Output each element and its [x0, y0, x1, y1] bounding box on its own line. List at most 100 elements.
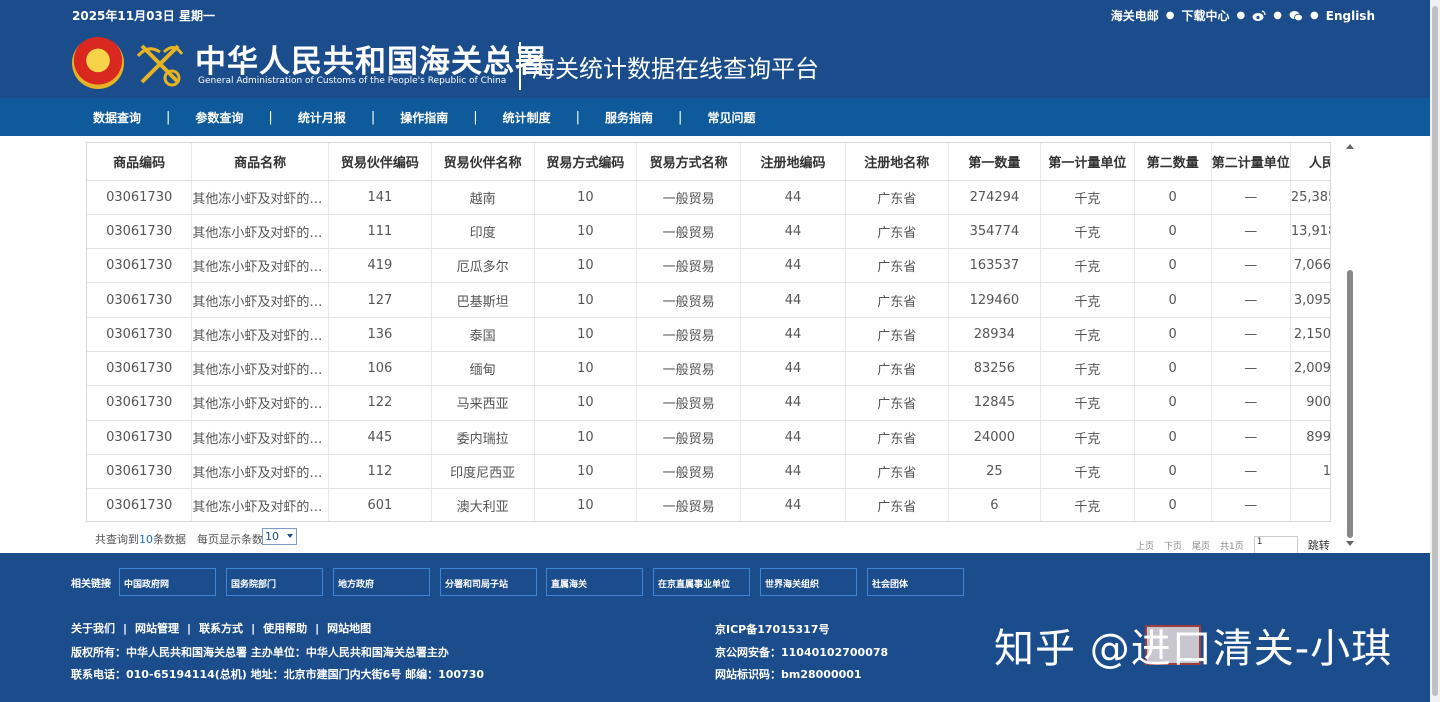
table-cell: 354774: [948, 214, 1042, 250]
table-cell: 其他冻小虾及对虾的虾仁: [191, 351, 329, 387]
table-cell: 广东省: [845, 351, 949, 387]
table-row[interactable]: 03061730 其他冻小虾及对虾的虾仁 112 印度尼西亚 10 一般贸易 44 广东省 25…: [87, 454, 1330, 490]
table-cell: —: [1211, 248, 1291, 284]
table-row[interactable]: 03061730 其他冻小虾及对虾的虾仁 106 缅甸 10 一般贸易 44 广东省 83256…: [87, 351, 1330, 387]
separator-dot: ●: [1236, 10, 1246, 21]
page-number-input[interactable]: 1: [1253, 536, 1298, 554]
page-size-select[interactable]: 10: [262, 528, 297, 545]
table-cell: 印度尼西亚: [431, 454, 535, 490]
icp-text[interactable]: 京ICP备17015317号: [715, 621, 829, 637]
table-cell: 10: [534, 351, 638, 387]
related-link-state-council[interactable]: 国务院部门: [226, 568, 323, 596]
nav-data-query[interactable]: 数据查询: [93, 109, 141, 126]
related-link-local-gov[interactable]: 地方政府: [333, 568, 430, 596]
table-cell: 广东省: [845, 385, 949, 421]
prev-page-link[interactable]: 上页: [1136, 539, 1154, 552]
related-link-gov[interactable]: 中国政府网: [119, 568, 216, 596]
footer-link-about[interactable]: 关于我们: [71, 620, 115, 636]
table-cell: 03061730: [87, 248, 193, 284]
site-id-text: 网站标识码：bm28000001: [715, 668, 862, 681]
table-cell: —: [1211, 180, 1291, 215]
table-cell: 0: [1134, 351, 1212, 387]
table-cell: 一般贸易: [636, 488, 742, 521]
footer-link-admin[interactable]: 网站管理: [135, 620, 179, 636]
table-row[interactable]: 03061730 其他冻小虾及对虾的虾仁 419 厄瓜多尔 10 一般贸易 44 广东省 163…: [87, 248, 1330, 284]
footer-separator: |: [187, 621, 192, 635]
nav-param-query[interactable]: 参数查询: [195, 109, 243, 126]
related-link-social-groups[interactable]: 社会团体: [867, 568, 964, 596]
scroll-down-arrow-icon[interactable]: [1346, 541, 1354, 546]
page-scroll-thumb[interactable]: [1432, 6, 1438, 696]
results-table-container[interactable]: 商品编码 商品名称 贸易伙伴编码 贸易伙伴名称 贸易方式编码 贸易方式名称 注册地编码 注册地…: [86, 142, 1331, 522]
table-cell: 83256: [948, 351, 1042, 387]
next-page-link[interactable]: 下页: [1164, 539, 1182, 552]
nav-separator: |: [473, 109, 478, 125]
table-cell: —: [1211, 351, 1291, 387]
related-link-institutions[interactable]: 在京直属事业单位: [653, 568, 750, 596]
column-header: 第一计量单位: [1040, 143, 1135, 181]
scroll-thumb[interactable]: [1347, 270, 1353, 538]
customs-email-link[interactable]: 海关电邮: [1111, 7, 1159, 24]
nav-guide[interactable]: 操作指南: [400, 109, 448, 126]
table-cell: 10: [534, 282, 638, 318]
customs-emblem-logo: [134, 38, 186, 90]
last-page-link[interactable]: 尾页: [1192, 539, 1210, 552]
table-cell: 7,066,745: [1290, 248, 1330, 284]
table-cell: 1,299: [1290, 454, 1330, 490]
table-row[interactable]: 03061730 其他冻小虾及对虾的虾仁 136 泰国 10 一般贸易 44 广东省 28934…: [87, 317, 1330, 352]
org-name-en: General Administration of Customs of the…: [198, 76, 507, 86]
scroll-up-arrow-icon[interactable]: [1346, 144, 1354, 149]
table-cell: 10: [534, 317, 638, 352]
nav-service[interactable]: 服务指南: [605, 109, 653, 126]
result-count-prefix: 共查询到: [95, 533, 139, 546]
pagination: 上页 下页 尾页 共1页 1 跳转: [1136, 536, 1330, 554]
table-row[interactable]: 03061730 其他冻小虾及对虾的虾仁 445 委内瑞拉 10 一般贸易 44 广东省 240…: [87, 420, 1330, 455]
nav-system[interactable]: 统计制度: [503, 109, 551, 126]
related-links-label: 相关链接: [71, 579, 111, 590]
footer-link-sitemap[interactable]: 网站地图: [327, 620, 371, 636]
table-cell: 03061730: [87, 488, 193, 521]
related-link-branches[interactable]: 分署和司局子站: [440, 568, 537, 596]
weibo-icon[interactable]: [1252, 9, 1266, 22]
footer-link-help[interactable]: 使用帮助: [263, 620, 307, 636]
column-header: 贸易方式名称: [636, 143, 742, 181]
table-cell: 广东省: [845, 317, 949, 352]
table-cell: 298: [1290, 488, 1330, 521]
nav-monthly-report[interactable]: 统计月报: [298, 109, 346, 126]
footer-link-contact[interactable]: 联系方式: [199, 620, 243, 636]
page-scrollbar[interactable]: [1430, 0, 1440, 702]
table-row[interactable]: 03061730 其他冻小虾及对虾的虾仁 141 越南 10 一般贸易 44 广东省 27429…: [87, 180, 1330, 215]
table-cell: —: [1211, 385, 1291, 421]
table-row[interactable]: 03061730 其他冻小虾及对虾的虾仁 127 巴基斯坦 10 一般贸易 44 广东省 129…: [87, 282, 1330, 318]
english-link[interactable]: English: [1326, 9, 1375, 23]
page-size-label: 每页显示条数: [197, 533, 263, 546]
table-row[interactable]: 03061730 其他冻小虾及对虾的虾仁 111 印度 10 一般贸易 44 广东省 35477…: [87, 214, 1330, 250]
table-cell: 0: [1134, 180, 1212, 215]
table-cell: 12845: [948, 385, 1042, 421]
column-header: 贸易伙伴名称: [431, 143, 535, 181]
main-nav: 数据查询 | 参数查询 | 统计月报 | 操作指南 | 统计制度 | 服务指南 …: [0, 98, 1430, 136]
nav-faq[interactable]: 常见问题: [707, 109, 755, 126]
top-links: 海关电邮 ● 下载中心 ● ● ● English: [1111, 7, 1375, 24]
wechat-icon[interactable]: [1289, 10, 1303, 22]
table-row[interactable]: 03061730 其他冻小虾及对虾的虾仁 122 马来西亚 10 一般贸易 44 广东省 128…: [87, 385, 1330, 421]
column-header: 注册地编码: [740, 143, 846, 181]
table-cell: 25: [948, 454, 1042, 490]
table-cell: 03061730: [87, 180, 193, 215]
table-cell: 一般贸易: [636, 180, 742, 215]
table-cell: 2,150,019: [1290, 317, 1330, 352]
result-count-text: 共查询到10条数据: [95, 531, 186, 547]
related-link-wco[interactable]: 世界海关组织: [760, 568, 857, 596]
police-record-text[interactable]: 京公网安备：11040102700078: [715, 644, 888, 660]
column-header: 注册地名称: [845, 143, 949, 181]
table-scrollbar[interactable]: [1344, 140, 1358, 550]
related-link-direct-customs[interactable]: 直属海关: [546, 568, 643, 596]
table-row[interactable]: 03061730 其他冻小虾及对虾的虾仁 601 澳大利亚 10 一般贸易 44 广东省 6 千克…: [87, 488, 1330, 521]
table-cell: 0: [1134, 420, 1212, 455]
column-header: 贸易方式编码: [534, 143, 638, 181]
table-cell: 13,918,346: [1290, 214, 1330, 250]
jump-button[interactable]: 跳转: [1308, 537, 1330, 553]
table-cell: 委内瑞拉: [431, 420, 535, 455]
download-center-link[interactable]: 下载中心: [1182, 7, 1230, 24]
table-cell: 44: [740, 454, 846, 490]
